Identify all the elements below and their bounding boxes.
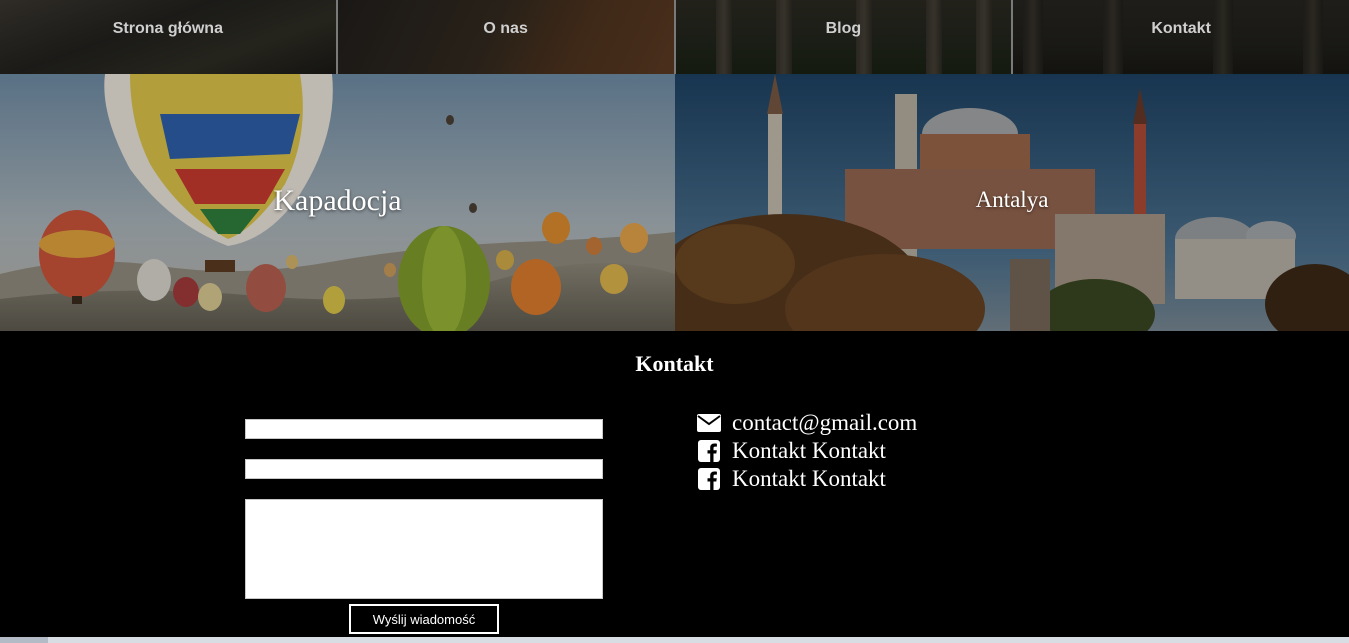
hero-gallery: Kapadocja Antalya (0, 74, 1349, 331)
name-field[interactable] (245, 419, 603, 439)
nav-item-label: O nas (483, 20, 528, 37)
contact-email[interactable]: contact@gmail.com (697, 410, 917, 436)
email-text: contact@gmail.com (732, 410, 918, 435)
contact-facebook-link[interactable]: Kontakt Kontakt (697, 466, 886, 492)
nav-item-blog[interactable]: Blog (673, 0, 1012, 74)
message-textarea[interactable] (245, 499, 603, 599)
nav-item-label: Blog (825, 20, 862, 37)
nav-item-contact[interactable]: Kontakt (1011, 0, 1349, 74)
send-message-button[interactable]: Wyślij wiadomość (349, 604, 499, 634)
hero-title-cappadocia: Kapadocja (273, 184, 402, 217)
nav-item-about[interactable]: O nas (335, 0, 674, 74)
hero-panel-antalya[interactable]: Antalya (675, 74, 1349, 331)
facebook-link-text: Kontakt Kontakt (732, 466, 886, 491)
section-title: Kontakt (635, 351, 714, 376)
envelope-icon (697, 414, 721, 432)
nav-item-home[interactable]: Strona główna (0, 0, 336, 74)
top-navigation: Strona główna O nas Blog Kontakt (0, 0, 1349, 74)
facebook-icon (698, 440, 720, 462)
page-bottom-edge (0, 637, 1349, 643)
hero-title-antalya: Antalya (975, 187, 1049, 212)
facebook-link-text: Kontakt Kontakt (732, 438, 886, 463)
email-field[interactable] (245, 459, 603, 479)
nav-item-label: Strona główna (112, 20, 223, 37)
nav-item-label: Kontakt (1151, 20, 1211, 37)
contact-facebook-link[interactable]: Kontakt Kontakt (697, 438, 886, 464)
hero-panel-cappadocia[interactable]: Kapadocja (0, 74, 675, 331)
facebook-icon (698, 468, 720, 490)
